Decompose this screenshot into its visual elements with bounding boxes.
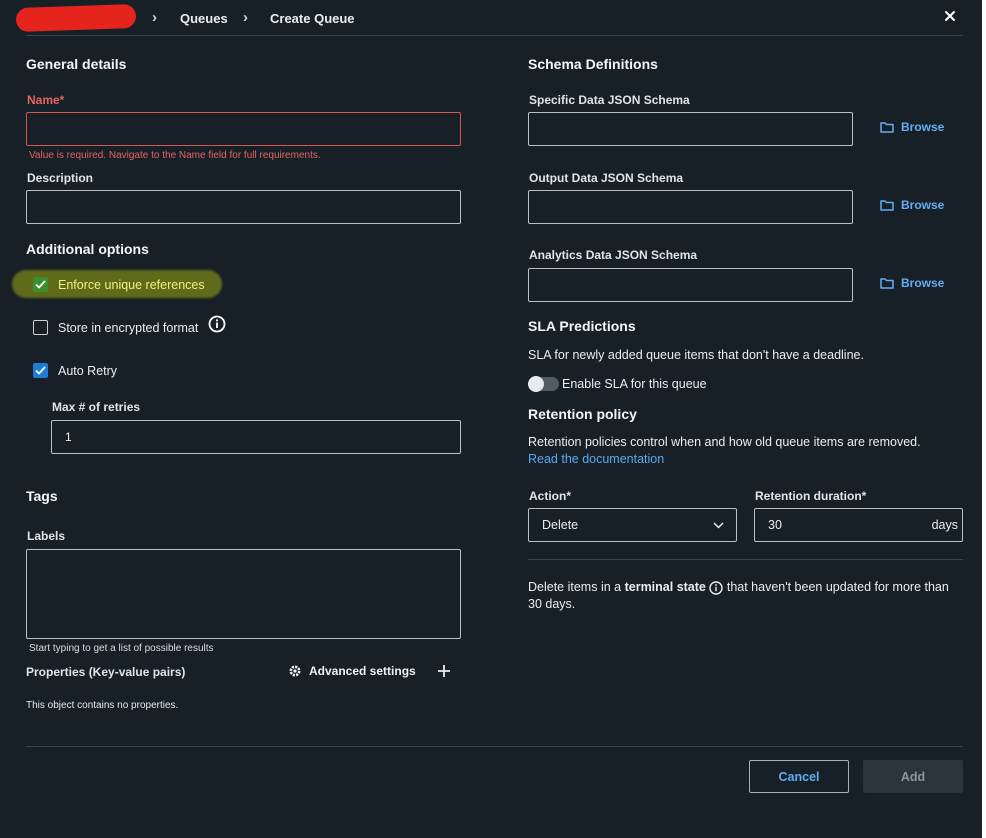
chevron-right-icon: ›: [243, 9, 248, 26]
analytics-schema-input[interactable]: [528, 268, 853, 302]
sla-toggle-row[interactable]: Enable SLA for this queue: [528, 376, 707, 392]
labels-hint: Start typing to get a list of possible r…: [29, 643, 214, 654]
sla-description: SLA for newly added queue items that don…: [528, 348, 864, 362]
breadcrumb-queues[interactable]: Queues: [180, 11, 228, 26]
retention-duration-unit: days: [931, 518, 958, 532]
encrypted-label: Store in encrypted format: [58, 320, 199, 335]
breadcrumb-create-queue: Create Queue: [270, 11, 355, 26]
redacted-breadcrumb-root: [15, 3, 137, 33]
specific-schema-browse-button[interactable]: Browse: [880, 120, 944, 134]
name-label: Name*: [27, 93, 65, 107]
folder-icon: [880, 122, 894, 133]
retention-summary: Delete items in a terminal state that ha…: [528, 579, 968, 613]
retention-summary-prefix: Delete items in a: [528, 580, 622, 594]
additional-options-heading: Additional options: [26, 241, 149, 257]
retention-policy-heading: Retention policy: [528, 406, 637, 422]
close-icon[interactable]: [944, 10, 956, 22]
chevron-down-icon: [713, 521, 724, 529]
analytics-schema-label: Analytics Data JSON Schema: [529, 248, 698, 262]
retention-summary-suffix: that haven't been updated for more than: [726, 580, 949, 594]
analytics-schema-browse-button[interactable]: Browse: [880, 276, 944, 290]
schema-definitions-heading: Schema Definitions: [528, 56, 658, 72]
output-schema-browse-button[interactable]: Browse: [880, 198, 944, 212]
add-property-icon[interactable]: [437, 664, 451, 678]
checkmark-icon: [35, 366, 46, 375]
sla-toggle[interactable]: [528, 376, 559, 392]
no-properties-text: This object contains no properties.: [26, 700, 179, 711]
sla-predictions-heading: SLA Predictions: [528, 318, 636, 334]
output-schema-input[interactable]: [528, 190, 853, 224]
browse-label: Browse: [901, 198, 945, 212]
info-icon[interactable]: [208, 315, 226, 333]
tags-heading: Tags: [26, 488, 58, 504]
action-label: Action*: [529, 489, 571, 503]
browse-label: Browse: [901, 276, 945, 290]
chevron-right-icon: ›: [152, 9, 157, 26]
retention-duration-input[interactable]: 30 days: [754, 508, 963, 542]
checkmark-icon: [35, 280, 46, 289]
specific-schema-label: Specific Data JSON Schema: [529, 93, 690, 107]
max-retries-label: Max # of retries: [52, 400, 141, 414]
auto-retry-label: Auto Retry: [58, 363, 118, 378]
advanced-settings-label: Advanced settings: [309, 664, 416, 678]
header-divider: [26, 35, 963, 36]
retention-summary-line2: 30 days.: [528, 597, 576, 611]
action-select[interactable]: Delete: [528, 508, 737, 542]
cancel-button[interactable]: Cancel: [749, 760, 849, 793]
description-input[interactable]: [26, 190, 461, 224]
gear-icon: [289, 665, 301, 677]
name-input[interactable]: [26, 112, 461, 146]
enforce-unique-checkbox-row[interactable]: Enforce unique references: [33, 277, 205, 292]
read-documentation-link[interactable]: Read the documentation: [528, 452, 664, 466]
retention-duration-value: 30: [768, 518, 782, 532]
add-button[interactable]: Add: [863, 760, 963, 793]
labels-label: Labels: [27, 529, 66, 543]
info-icon[interactable]: [709, 581, 724, 595]
footer-divider: [26, 746, 963, 747]
create-queue-panel: › Queues › Create Queue General details …: [0, 0, 982, 838]
properties-label: Properties (Key-value pairs): [26, 665, 186, 679]
enforce-unique-label: Enforce unique references: [58, 277, 205, 292]
auto-retry-checkbox-row[interactable]: Auto Retry: [33, 363, 117, 378]
folder-icon: [880, 200, 894, 211]
enforce-unique-checkbox[interactable]: [33, 277, 48, 292]
action-select-value: Delete: [542, 518, 579, 532]
general-details-heading: General details: [26, 56, 127, 72]
retention-duration-label: Retention duration*: [755, 489, 867, 503]
retention-divider: [528, 559, 963, 560]
specific-schema-input[interactable]: [528, 112, 853, 146]
retention-description: Retention policies control when and how …: [528, 435, 921, 449]
labels-input[interactable]: [26, 549, 461, 639]
auto-retry-checkbox[interactable]: [33, 363, 48, 378]
encrypted-checkbox-row[interactable]: Store in encrypted format: [33, 320, 198, 335]
description-label: Description: [27, 171, 94, 185]
browse-label: Browse: [901, 120, 945, 134]
retention-summary-bold: terminal state: [624, 580, 706, 594]
output-schema-label: Output Data JSON Schema: [529, 171, 684, 185]
advanced-settings-button[interactable]: Advanced settings: [288, 664, 416, 678]
sla-toggle-label: Enable SLA for this queue: [562, 377, 707, 391]
max-retries-input[interactable]: [51, 420, 461, 454]
folder-icon: [880, 278, 894, 289]
encrypted-checkbox[interactable]: [33, 320, 48, 335]
name-error-message: Value is required. Navigate to the Name …: [29, 150, 321, 161]
